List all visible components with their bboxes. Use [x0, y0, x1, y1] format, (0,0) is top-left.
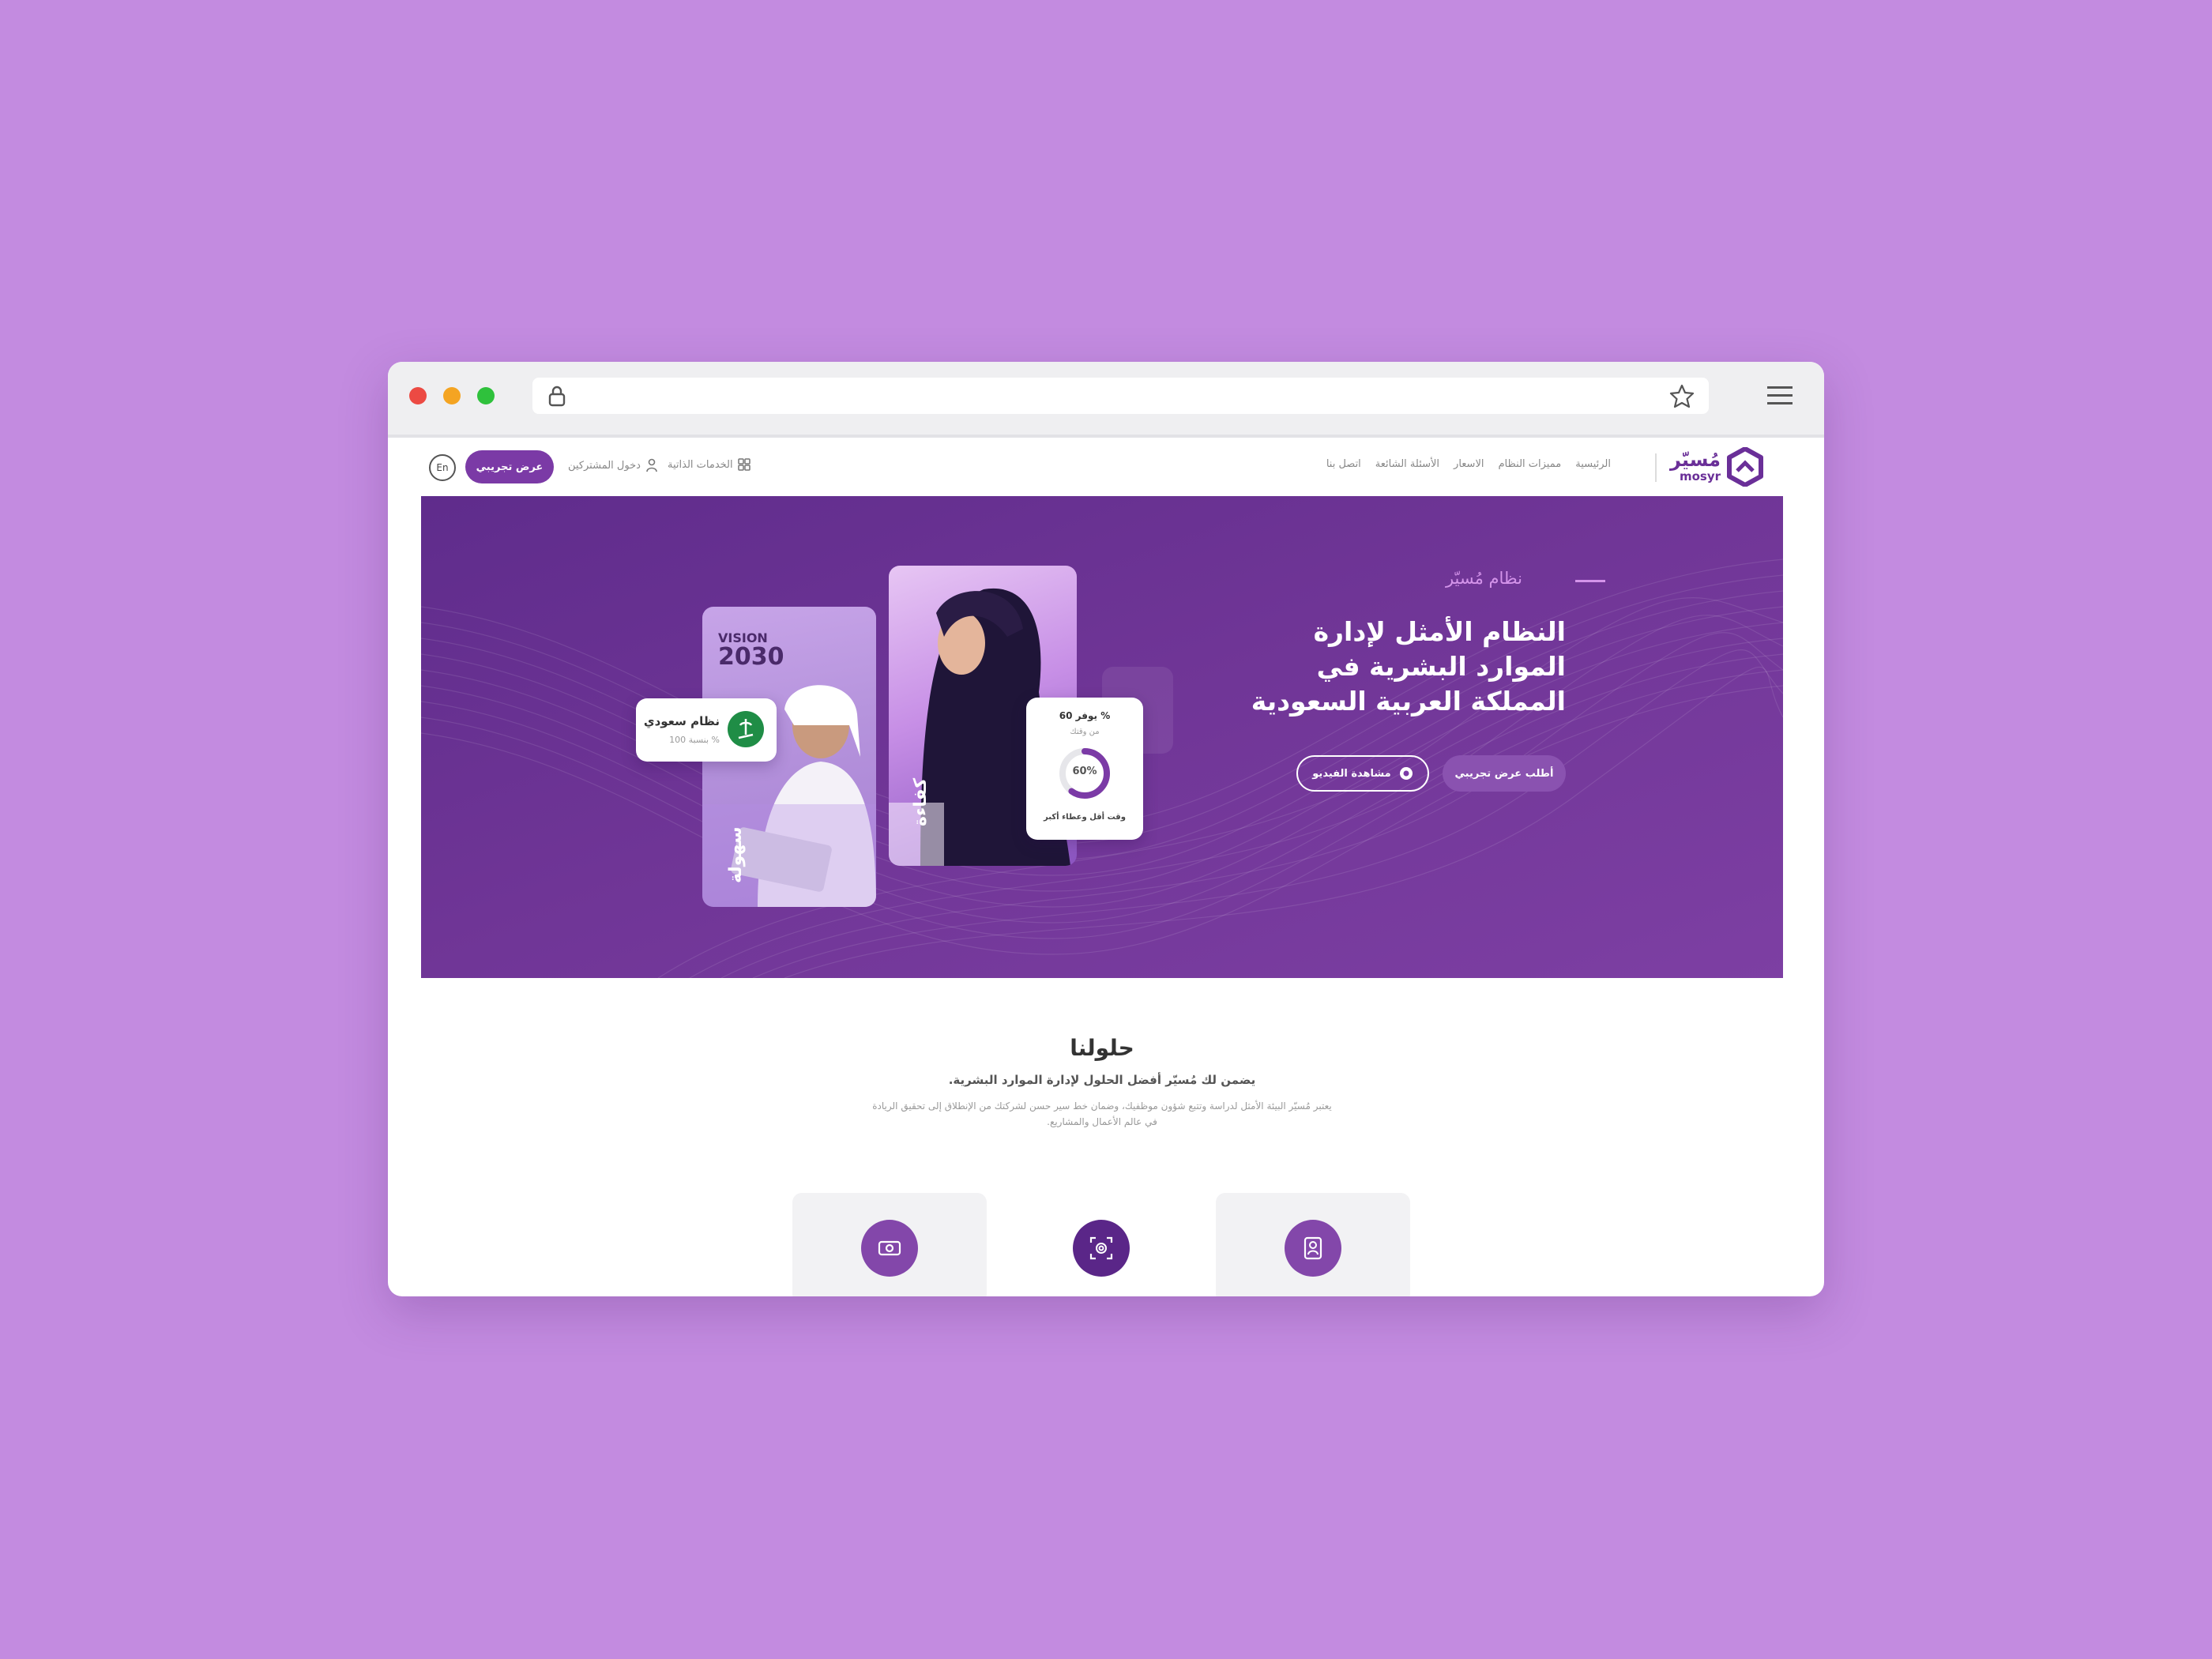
subscribers-login-label: دخول المشتركين [568, 459, 641, 472]
lock-icon [548, 386, 566, 407]
saudi-system-card: نظام سعودي بنسبة 100 % [636, 698, 777, 762]
browser-toolbar [388, 362, 1824, 438]
services-grid-icon [737, 458, 750, 471]
browser-window: مُسيّر mosyr الرئيسية مميزات النظام الاس… [388, 362, 1824, 1296]
hero-title: النظام الأمثل لإدارة الموارد البشرية في … [1251, 616, 1566, 717]
stat-subtext: من وقتك [1070, 728, 1100, 736]
nav-link-pricing[interactable]: الاسعار [1454, 458, 1484, 470]
self-services-label: الخدمات الذاتية [668, 458, 733, 471]
stat-headline: يوفر 60 % [1059, 710, 1111, 721]
nav-link-contact[interactable]: اتصل بنا [1326, 458, 1361, 470]
header-demo-button[interactable]: عرض تجريبي [465, 450, 554, 483]
logo-arabic-text: مُسيّر [1669, 449, 1721, 471]
time-saving-card: يوفر 60 % من وقتك 60% وقت أقل وعطاء أكبر [1026, 698, 1143, 840]
nav-link-features[interactable]: مميزات النظام [1498, 458, 1561, 470]
donut-percent-label: 60% [1072, 766, 1097, 777]
saudi-card-title: نظام سعودي [643, 714, 720, 728]
minimize-window-button[interactable] [443, 387, 461, 404]
close-window-button[interactable] [409, 387, 427, 404]
fingerprint-scan-icon [1073, 1220, 1130, 1277]
maximize-window-button[interactable] [477, 387, 495, 404]
solution-card-attendance[interactable] [1004, 1193, 1198, 1296]
stat-footer: وقت أقل وعطاء أكبر [1044, 813, 1126, 822]
solution-card-employees[interactable] [1216, 1193, 1410, 1296]
logo-mark-icon [1727, 447, 1763, 487]
main-navigation: الرئيسية مميزات النظام الاسعار الأسئلة ا… [1326, 458, 1611, 470]
payroll-icon [861, 1220, 918, 1277]
solutions-title: حلولنا [1070, 1035, 1134, 1061]
hamburger-menu-icon[interactable] [1766, 384, 1794, 408]
play-icon [1399, 767, 1413, 780]
watch-video-label: مشاهدة الفيديو [1312, 767, 1391, 780]
solutions-subtitle: يضمن لك مُسيّر أفضل الحلول لإدارة الموار… [948, 1073, 1256, 1087]
bookmark-star-icon[interactable] [1669, 384, 1695, 408]
address-bar[interactable] [532, 378, 1709, 414]
saudi-emblem-icon [728, 711, 764, 747]
solution-card-payroll[interactable] [792, 1193, 987, 1296]
vision-2030-logo: VISION 2030 [718, 630, 784, 669]
saudi-card-subtitle: بنسبة 100 % [669, 735, 720, 745]
nav-link-faq[interactable]: الأسئلة الشائعة [1375, 458, 1439, 470]
self-services-link[interactable]: الخدمات الذاتية [668, 458, 750, 471]
solutions-description: يعتبر مُسيّر البيئة الأمثل لدراسة وتتبع … [872, 1100, 1332, 1127]
language-toggle-button[interactable]: En [429, 454, 456, 481]
user-icon [646, 458, 657, 472]
woman-card-caption: كفاءة [911, 777, 931, 826]
subscribers-login-link[interactable]: دخول المشتركين [568, 458, 658, 472]
request-demo-button[interactable]: أطلب عرض تجريبي [1443, 755, 1566, 792]
employee-profile-icon [1285, 1220, 1341, 1277]
site-logo[interactable]: مُسيّر mosyr [1670, 447, 1764, 487]
man-card-caption: سهولة [726, 826, 746, 883]
hero-section: نظام مُسيّر النظام الأمثل لإدارة الموارد… [421, 496, 1783, 978]
nav-divider [1655, 453, 1657, 482]
vision-year: 2030 [718, 643, 784, 671]
logo-english-text: mosyr [1679, 469, 1721, 483]
web-page: مُسيّر mosyr الرئيسية مميزات النظام الاس… [421, 438, 1783, 1296]
eyebrow-line [1575, 580, 1605, 582]
hero-eyebrow: نظام مُسيّر [1445, 569, 1522, 588]
site-header: مُسيّر mosyr الرئيسية مميزات النظام الاس… [421, 438, 1783, 496]
watch-video-button[interactable]: مشاهدة الفيديو [1296, 755, 1429, 792]
nav-link-home[interactable]: الرئيسية [1575, 458, 1611, 470]
